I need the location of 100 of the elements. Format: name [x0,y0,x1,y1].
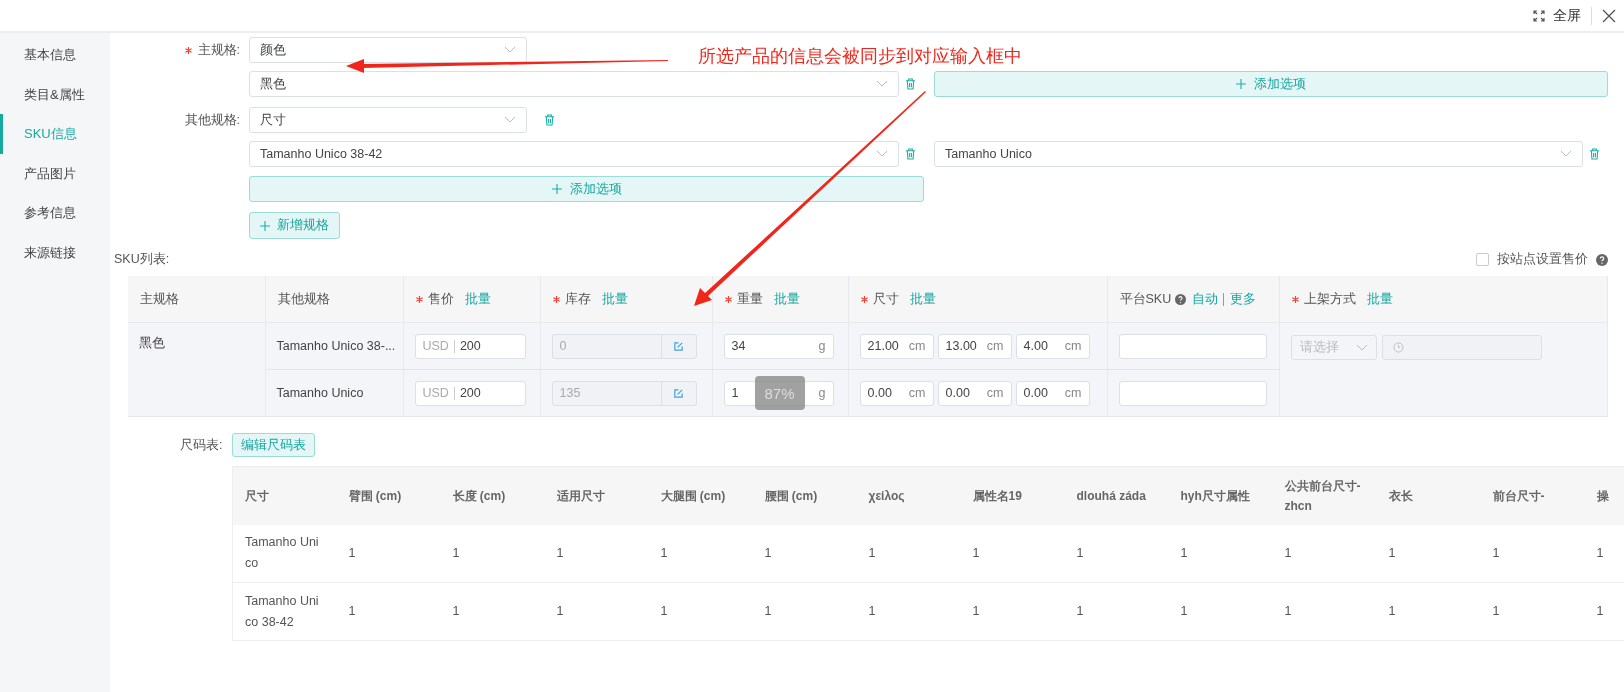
chevron-icon [1560,150,1572,158]
table-cell: 1 [1284,604,1292,618]
site-price-label: 按站点设置售价 [1497,251,1588,268]
column-header: 臂围 (cm) [348,488,402,503]
weight-field[interactable]: 34 g [723,333,834,359]
trash-icon[interactable] [905,78,916,90]
table-cell: 1 [1388,545,1396,560]
dimension-field[interactable]: 0.00 cm [859,380,934,406]
table-cell: Tamanho Unico 38-... [265,322,403,370]
column-header: 适用尺寸 [556,488,605,503]
table-cell: 1 [1492,604,1500,618]
column-title: 上架方式 [1303,290,1356,308]
column-title: 售价 [427,290,454,308]
platform-sku-field[interactable] [1118,333,1267,359]
dimension-field[interactable]: 4.00 cm [1015,333,1090,359]
column-title: 平台SKU [1119,290,1172,308]
sidebar-item[interactable]: 来源链接 [0,232,110,273]
sidebar-item[interactable]: 产品图片 [0,153,110,194]
clock-icon [1392,342,1404,353]
help-icon[interactable] [1175,293,1187,305]
sidebar-item[interactable]: 基本信息 [0,35,110,75]
column-header: hyh尺寸属性 [1180,488,1250,503]
plus-icon [551,184,562,194]
table-cell: 1 [1180,545,1188,560]
dimension-field[interactable]: 0.00 cm [937,380,1012,406]
table-cell: 1 [660,545,668,560]
table-cell: 1 [764,604,772,618]
table-cell: 1 [1492,545,1500,560]
column-title: 尺寸 [872,290,899,308]
sku-list-label: SKU列表: [114,251,170,268]
annotation-text: 所选产品的信息会被同步到对应输入框中 [698,45,1022,68]
sidebar-item[interactable]: 类目&属性 [0,74,110,115]
time-field[interactable] [1381,335,1542,360]
trash-icon[interactable] [1589,148,1600,160]
column-header: 长度 (cm) [452,488,506,503]
table-cell: 1 [348,545,356,560]
table-cell: 1 [1596,604,1604,618]
table-cell: 1 [868,545,876,560]
trash-icon[interactable] [905,148,916,160]
dimension-field[interactable]: 13.00 cm [937,333,1012,359]
table-cell: 1 [1596,545,1604,560]
table-cell: 1 [972,604,980,618]
column-header: dlouhá záda [1076,488,1146,503]
column-header: 尺寸 [245,488,269,503]
table-cell: 1 [868,604,876,618]
checkbox[interactable] [1476,253,1489,266]
progress-overlay: 87% [754,376,805,410]
chevron-icon [1355,343,1368,352]
spec-label: 其他规格: [184,111,240,129]
column-header: 操 [1596,488,1609,503]
column-header: 公共前台尺寸-zhcn [1284,478,1361,513]
dimension-field[interactable]: 21.00 cm [859,333,934,359]
table-cell: 1 [1388,604,1396,618]
trash-icon[interactable] [544,114,555,126]
chevron-icon [504,116,516,124]
price-field[interactable]: USD 200 [414,380,526,406]
chevron-icon [876,150,888,158]
fullscreen-icon[interactable] [1533,9,1545,22]
column-title: 重量 [736,290,763,308]
table-cell: 1 [972,545,980,560]
plus-icon [1236,79,1246,89]
option-select[interactable]: Tamanho Unico [934,141,1583,167]
table-cell: 1 [1180,604,1188,618]
table-cell: 1 [1284,545,1292,560]
sidebar-item[interactable]: 参考信息 [0,193,110,233]
spec-select[interactable]: 颜色 [249,37,527,63]
table-cell: 1 [1076,604,1084,618]
column-title: 其他规格 [277,290,330,308]
spec-label: 主规格: [197,41,240,59]
table-cell: 黑色 [128,322,265,417]
column-title: 主规格 [140,290,179,308]
table-cell: 1 [348,604,356,618]
dimension-field[interactable]: 0.00 cm [1015,380,1090,406]
column-header: χείλος [868,488,905,503]
table-cell: 1 [764,545,772,560]
table-cell: 1 [452,604,460,618]
fullscreen-label[interactable]: 全屏 [1553,6,1581,25]
table-cell: Tamanho Unico [245,535,319,571]
column-title: 库存 [564,290,591,308]
table-cell: 1 [556,545,564,560]
chevron-icon [876,80,888,88]
size-chart-label: 尺码表: [180,436,223,454]
column-header: 衣长 [1388,488,1413,503]
table-cell: 1 [556,604,564,618]
column-header: 大腿围 (cm) [660,488,726,503]
table-cell: Tamanho Unico 38-42 [245,593,319,629]
price-field[interactable]: USD 200 [414,333,526,359]
table-cell: 1 [660,604,668,618]
table-cell: 1 [452,545,460,560]
column-header: 前台尺寸- [1492,488,1545,503]
plus-icon [260,220,270,231]
column-header: 腰围 (cm) [764,488,818,503]
option-select[interactable]: 黑色 [249,71,899,97]
table-cell: Tamanho Unico [265,369,403,417]
help-icon[interactable] [1596,253,1608,266]
close-icon[interactable] [1602,8,1616,23]
platform-sku-field[interactable] [1118,380,1267,406]
chevron-icon [504,46,516,54]
spec-select[interactable]: 尺寸 [249,107,527,133]
option-select[interactable]: Tamanho Unico 38-42 [249,141,899,167]
